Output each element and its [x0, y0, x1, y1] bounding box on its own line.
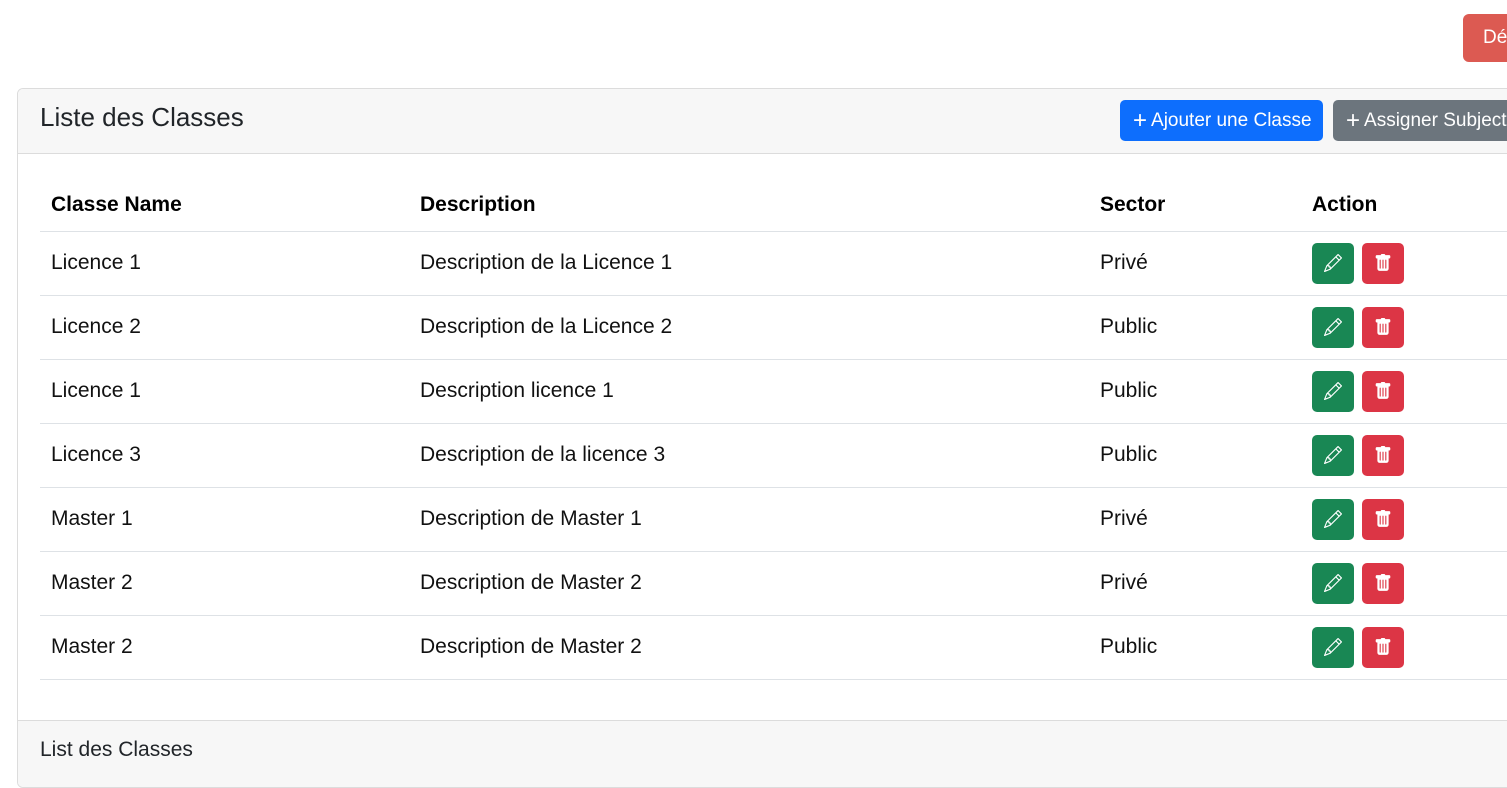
- trash-icon: [1375, 573, 1391, 591]
- cell-classe-name: Licence 1: [40, 231, 409, 296]
- pencil-icon: [1324, 317, 1342, 336]
- trash-icon: [1375, 381, 1391, 399]
- cell-description: Description de Master 1: [409, 487, 1089, 552]
- assign-subjects-label: Assigner Subjects: [1364, 110, 1507, 131]
- header-sector: Sector: [1089, 179, 1301, 232]
- cell-action: [1301, 615, 1507, 680]
- cell-classe-name: Master 1: [40, 487, 409, 552]
- cell-sector: Public: [1089, 423, 1301, 488]
- table-row: Master 2 Description de Master 2 Privé: [40, 551, 1507, 616]
- delete-button[interactable]: [1362, 562, 1404, 604]
- pencil-icon: [1324, 509, 1342, 528]
- cell-action: [1301, 423, 1507, 488]
- header-action: Action: [1301, 179, 1507, 232]
- cell-action: [1301, 487, 1507, 552]
- cell-classe-name: Licence 1: [40, 359, 409, 424]
- page-title: Liste des Classes: [40, 102, 244, 132]
- delete-button[interactable]: [1362, 370, 1404, 412]
- plus-icon: +: [1133, 107, 1148, 134]
- pencil-icon: [1324, 253, 1342, 272]
- cell-action: [1301, 231, 1507, 296]
- cell-description: Description de Master 2: [409, 615, 1089, 680]
- edit-button[interactable]: [1312, 626, 1354, 668]
- table-header-row: Classe Name Description Sector Action: [40, 179, 1507, 232]
- pencil-icon: [1324, 445, 1342, 464]
- plus-icon: +: [1346, 107, 1361, 134]
- pencil-icon: [1324, 573, 1342, 592]
- cell-sector: Privé: [1089, 487, 1301, 552]
- delete-button[interactable]: [1362, 498, 1404, 540]
- cell-sector: Public: [1089, 615, 1301, 680]
- card-footer: List des Classes: [18, 720, 1507, 787]
- delete-button[interactable]: [1362, 242, 1404, 284]
- table-row: Licence 2 Description de la Licence 2 Pu…: [40, 295, 1507, 360]
- cell-classe-name: Licence 3: [40, 423, 409, 488]
- table-row: Licence 1 Description de la Licence 1 Pr…: [40, 231, 1507, 296]
- edit-button[interactable]: [1312, 498, 1354, 540]
- delete-button[interactable]: [1362, 626, 1404, 668]
- cell-sector: Privé: [1089, 551, 1301, 616]
- edit-button[interactable]: [1312, 242, 1354, 284]
- edit-button[interactable]: [1312, 370, 1354, 412]
- table-row: Master 2 Description de Master 2 Public: [40, 615, 1507, 680]
- classes-card: Liste des Classes + Ajouter une Classe + A…: [17, 88, 1507, 788]
- cell-action: [1301, 551, 1507, 616]
- logout-button[interactable]: Déconnexion: [1463, 14, 1507, 62]
- cell-action: [1301, 295, 1507, 360]
- cell-action: [1301, 359, 1507, 424]
- trash-icon: [1375, 317, 1391, 335]
- cell-description: Description licence 1: [409, 359, 1089, 424]
- card-header: Liste des Classes + Ajouter une Classe + A…: [18, 89, 1507, 154]
- footer-text: List des Classes: [40, 738, 193, 761]
- edit-button[interactable]: [1312, 434, 1354, 476]
- header-description: Description: [409, 179, 1089, 232]
- add-class-button[interactable]: + Ajouter une Classe: [1120, 100, 1323, 141]
- cell-classe-name: Licence 2: [40, 295, 409, 360]
- trash-icon: [1375, 445, 1391, 463]
- cell-description: Description de Master 2: [409, 551, 1089, 616]
- pencil-icon: [1324, 381, 1342, 400]
- header-classe-name: Classe Name: [40, 179, 409, 232]
- cell-classe-name: Master 2: [40, 551, 409, 616]
- add-class-label: Ajouter une Classe: [1151, 110, 1312, 131]
- pencil-icon: [1324, 637, 1342, 656]
- table-row: Licence 1 Description licence 1 Public: [40, 359, 1507, 424]
- cell-sector: Privé: [1089, 231, 1301, 296]
- cell-sector: Public: [1089, 295, 1301, 360]
- assign-subjects-button[interactable]: + Assigner Subjects: [1333, 100, 1507, 141]
- cell-sector: Public: [1089, 359, 1301, 424]
- cell-description: Description de la Licence 1: [409, 231, 1089, 296]
- cell-description: Description de la licence 3: [409, 423, 1089, 488]
- table-row: Master 1 Description de Master 1 Privé: [40, 487, 1507, 552]
- cell-description: Description de la Licence 2: [409, 295, 1089, 360]
- cell-classe-name: Master 2: [40, 615, 409, 680]
- trash-icon: [1375, 637, 1391, 655]
- table-row: Licence 3 Description de la licence 3 Pu…: [40, 423, 1507, 488]
- delete-button[interactable]: [1362, 306, 1404, 348]
- trash-icon: [1375, 509, 1391, 527]
- edit-button[interactable]: [1312, 306, 1354, 348]
- trash-icon: [1375, 253, 1391, 271]
- classes-table: Classe Name Description Sector Action Li…: [40, 179, 1507, 680]
- edit-button[interactable]: [1312, 562, 1354, 604]
- delete-button[interactable]: [1362, 434, 1404, 476]
